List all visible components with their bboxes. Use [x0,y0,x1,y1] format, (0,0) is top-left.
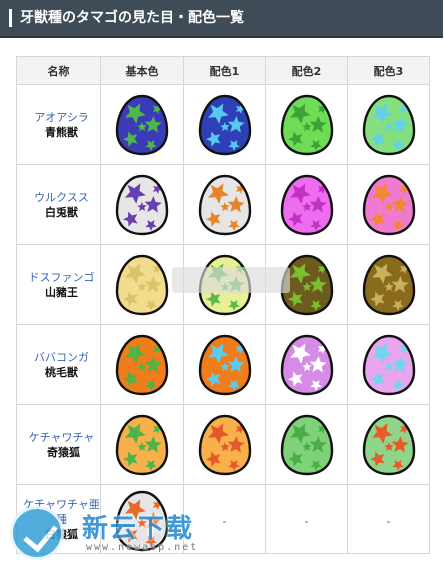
monster-name-link[interactable]: ババコンガ [23,350,100,365]
monster-name-link[interactable]: ウルクスス [23,190,100,205]
col-header-name: 名称 [16,56,101,85]
egg-cell [183,324,266,405]
egg-image [362,334,415,395]
egg-image [362,414,415,475]
egg-color-table: 名称 基本色 配色1 配色2 配色3 アオアシラ 青熊獣 ウルクスス 白兎獣 ド… [16,56,430,554]
egg-cell [183,84,266,165]
monster-title: 白兎獣 [45,205,78,219]
egg-cell [347,324,430,405]
egg-cell [100,404,184,485]
table-row: ババコンガ 桃毛獣 [16,324,430,405]
egg-cell [265,404,348,485]
table-header-row: 名称 基本色 配色1 配色2 配色3 [16,56,430,85]
col-header-base-color: 基本色 [100,56,184,85]
egg-image [115,414,169,475]
monster-title: 奇猿狐 [47,445,80,459]
egg-image [198,414,251,475]
page-header: 牙獣種のタマゴの見た目・配色一覧 [0,0,443,38]
table-row: ウルクスス 白兎獣 [16,164,430,245]
egg-image [280,414,333,475]
header-accent-bar [9,9,12,27]
egg-image [198,174,251,235]
egg-cell [100,164,184,245]
egg-image [198,334,251,395]
egg-cell [347,164,430,245]
egg-image [280,334,333,395]
egg-image [115,174,169,235]
monster-name-cell: ババコンガ 桃毛獣 [16,324,101,405]
egg-image [115,334,169,395]
monster-name-link[interactable]: アオアシラ [23,110,100,125]
watermark: 新云下载 www.newasp.net [8,500,238,570]
monster-title: 山豬王 [45,285,78,299]
watermark-text: 新云下载 [82,514,195,544]
egg-image [362,94,415,155]
empty-cell: - [265,484,348,554]
egg-image [115,254,169,315]
empty-cell: - [347,484,430,554]
egg-image [362,174,415,235]
egg-cell [347,404,430,485]
monster-title: 桃毛獣 [45,365,78,379]
col-header-color-1: 配色1 [183,56,266,85]
no-data-dash: - [304,514,309,528]
monster-name-cell: ケチャワチャ 奇猿狐 [16,404,101,485]
watermark-url: www.newasp.net [86,542,199,553]
monster-name-cell: ドスファンゴ 山豬王 [16,244,101,325]
egg-image [280,174,333,235]
egg-cell [265,84,348,165]
egg-image [280,94,333,155]
egg-image [115,94,169,155]
egg-cell [265,164,348,245]
egg-cell [347,244,430,325]
egg-cell [347,84,430,165]
watermark-logo-icon [10,506,64,560]
monster-name-cell: ウルクスス 白兎獣 [16,164,101,245]
col-header-color-3: 配色3 [347,56,430,85]
egg-cell [183,404,266,485]
no-data-dash: - [386,514,391,528]
egg-cell [183,164,266,245]
egg-cell [265,324,348,405]
table-row: ケチャワチャ 奇猿狐 [16,404,430,485]
egg-image [362,254,415,315]
egg-cell [100,84,184,165]
monster-name-link[interactable]: ドスファンゴ [23,270,100,285]
egg-image [198,94,251,155]
monster-name-cell: アオアシラ 青熊獣 [16,84,101,165]
egg-cell [100,324,184,405]
image-overlay-blur [172,267,290,293]
col-header-color-2: 配色2 [265,56,348,85]
monster-name-link[interactable]: ケチャワチャ [23,430,100,445]
table-row: アオアシラ 青熊獣 [16,84,430,165]
page-title: 牙獣種のタマゴの見た目・配色一覧 [20,10,244,26]
monster-title: 青熊獣 [45,125,78,139]
